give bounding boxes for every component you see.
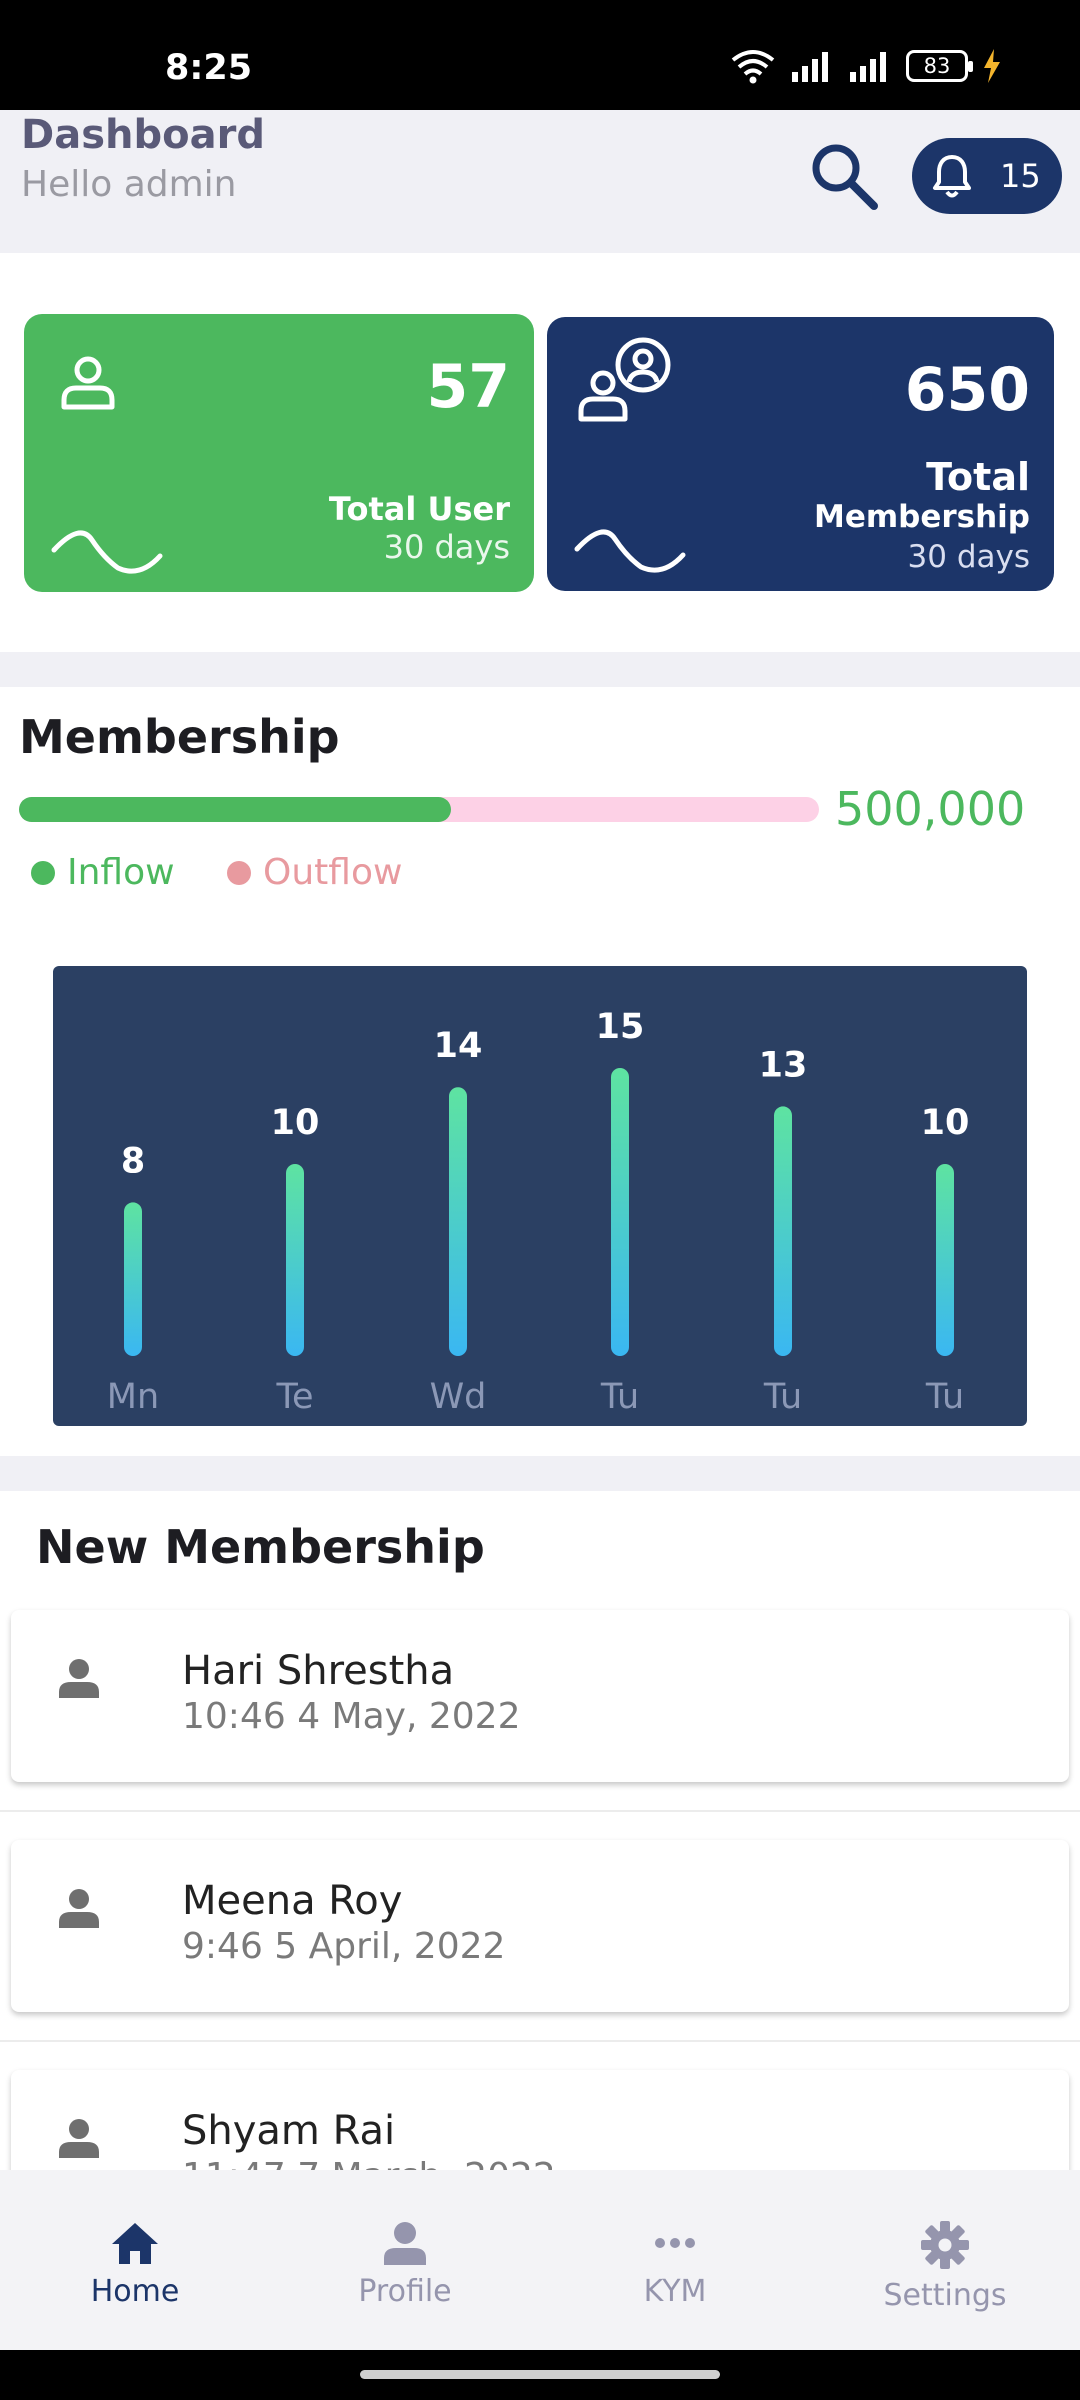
chart-bar xyxy=(124,1202,142,1356)
person-icon xyxy=(384,2222,426,2265)
charging-icon xyxy=(984,49,1000,83)
total-membership-label-2: Membership xyxy=(813,499,1030,535)
status-icons: 83 xyxy=(730,48,1002,84)
status-bar: 8:25 83 xyxy=(0,0,1080,110)
wifi-icon xyxy=(731,50,775,84)
chart-value-label: 10 xyxy=(921,1103,970,1143)
inflow-dot xyxy=(31,860,55,885)
legend-outflow: Outflow xyxy=(227,852,402,893)
list-divider xyxy=(0,2040,1080,2042)
member-date: 10:46 4 May, 2022 xyxy=(182,1696,521,1737)
membership-progress xyxy=(19,797,819,822)
chart-value-label: 14 xyxy=(434,1026,483,1066)
nav-home[interactable]: Home xyxy=(0,2170,270,2350)
bottom-nav: Home Profile KYM Settings xyxy=(0,2170,1080,2350)
chart-bar xyxy=(611,1068,629,1356)
chart-bar xyxy=(936,1164,954,1356)
more-dots-icon xyxy=(655,2238,695,2248)
trend-wave-icon xyxy=(574,529,686,573)
home-gesture-handle[interactable] xyxy=(360,2370,720,2379)
list-item[interactable]: Meena Roy 9:46 5 April, 2022 xyxy=(11,1840,1069,2012)
signal-icon xyxy=(792,52,828,82)
page-title: Dashboard xyxy=(21,112,265,158)
nav-profile-label: Profile xyxy=(358,2274,452,2309)
chart-category-label: Tu xyxy=(925,1377,964,1417)
total-user-card[interactable]: 57 Total User 30 days xyxy=(24,314,534,592)
membership-chart: 8 Mn 10 Te 14 Wd 15 Tu 13 Tu 10 Tu xyxy=(53,966,1027,1426)
notification-button[interactable]: 15 xyxy=(912,138,1062,214)
legend-outflow-label: Outflow xyxy=(263,852,403,893)
battery-indicator: 83 xyxy=(906,50,973,82)
gear-icon xyxy=(921,2221,969,2269)
gesture-bar xyxy=(0,2350,1080,2400)
total-user-value: 57 xyxy=(426,352,511,422)
chart-bar xyxy=(286,1164,304,1356)
list-divider xyxy=(0,1810,1080,1812)
legend-inflow-label: Inflow xyxy=(67,852,175,893)
membership-amount: 500,000 xyxy=(835,782,1026,836)
chart-category-label: Te xyxy=(276,1377,314,1417)
battery-level: 83 xyxy=(923,54,951,78)
nav-settings[interactable]: Settings xyxy=(810,2170,1080,2350)
total-user-period: 30 days xyxy=(383,528,510,566)
total-membership-card[interactable]: 650 Total Membership 30 days xyxy=(547,317,1054,591)
person-icon xyxy=(59,1889,99,1928)
bar-chart: 8 Mn 10 Te 14 Wd 15 Tu 13 Tu 10 Tu xyxy=(107,1007,970,1417)
nav-home-label: Home xyxy=(90,2274,180,2309)
membership-progress-fill xyxy=(19,797,451,822)
bell-icon xyxy=(933,155,971,198)
members-icon xyxy=(578,337,671,422)
nav-settings-label: Settings xyxy=(883,2278,1007,2313)
section-divider xyxy=(0,1456,1080,1491)
chart-bar xyxy=(449,1087,467,1356)
member-date: 9:46 5 April, 2022 xyxy=(182,1926,506,1967)
chart-value-label: 8 xyxy=(121,1141,145,1181)
greeting: Hello admin xyxy=(21,164,237,205)
chart-category-label: Mn xyxy=(107,1377,159,1417)
new-membership-title: New Membership xyxy=(36,1520,485,1574)
person-icon xyxy=(59,1659,99,1698)
member-name: Meena Roy xyxy=(182,1878,403,1924)
total-membership-value: 650 xyxy=(904,355,1030,425)
trend-wave-icon xyxy=(51,530,163,574)
signal-icon-2 xyxy=(850,52,886,82)
header: Dashboard Hello admin 15 xyxy=(0,110,1080,253)
legend-inflow: Inflow xyxy=(31,852,175,893)
home-icon xyxy=(112,2223,158,2264)
membership-title: Membership xyxy=(19,710,340,764)
outflow-dot xyxy=(227,860,251,885)
status-time: 8:25 xyxy=(165,48,253,88)
total-user-label: Total User xyxy=(328,490,510,528)
list-item[interactable]: Hari Shrestha 10:46 4 May, 2022 xyxy=(11,1610,1069,1782)
chart-category-label: Wd xyxy=(430,1377,487,1417)
app-content: Dashboard Hello admin 15 57 Total User 3… xyxy=(0,110,1080,2350)
member-name: Hari Shrestha xyxy=(182,1648,455,1694)
total-membership-label: Total xyxy=(926,455,1030,499)
chart-value-label: 10 xyxy=(271,1103,320,1143)
total-membership-period: 30 days xyxy=(907,539,1030,575)
user-icon xyxy=(61,356,115,410)
nav-kym[interactable]: KYM xyxy=(540,2170,810,2350)
search-icon xyxy=(812,144,878,210)
search-button[interactable] xyxy=(808,140,880,212)
person-icon xyxy=(59,2119,99,2158)
chart-category-label: Tu xyxy=(600,1377,639,1417)
member-name: Shyam Rai xyxy=(182,2108,396,2154)
chart-category-label: Tu xyxy=(763,1377,802,1417)
chart-value-label: 13 xyxy=(759,1045,808,1085)
nav-kym-label: KYM xyxy=(643,2274,707,2309)
chart-value-label: 15 xyxy=(596,1007,645,1047)
section-divider xyxy=(0,652,1080,687)
notification-count: 15 xyxy=(1000,157,1041,195)
chart-bar xyxy=(774,1106,792,1356)
nav-profile[interactable]: Profile xyxy=(270,2170,540,2350)
